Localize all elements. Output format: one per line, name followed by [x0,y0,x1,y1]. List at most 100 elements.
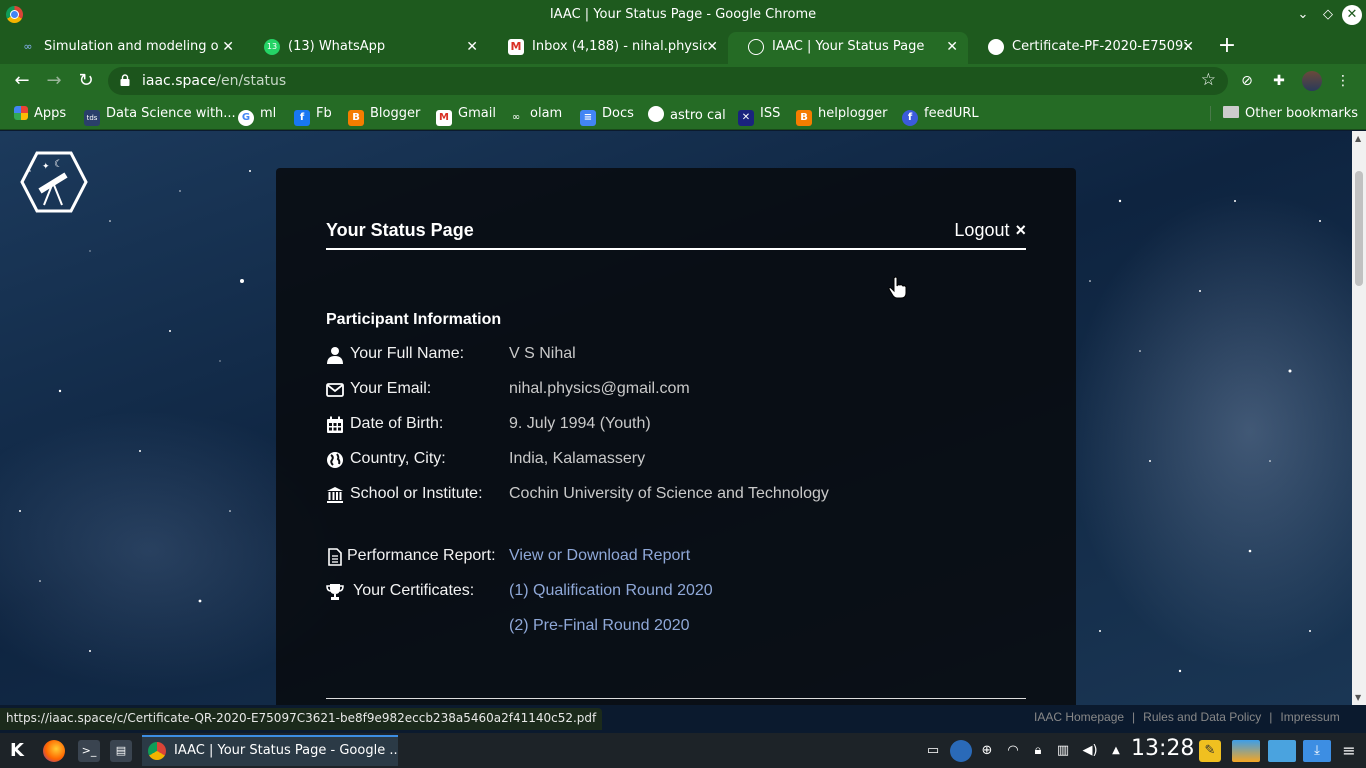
page-footer: IAAC Homepage | Rules and Data Policy | Impr… [1030,710,1344,724]
bookmark-gmail[interactable]: M Gmail [436,106,496,126]
tray-expand-icon[interactable]: ▲ [1105,740,1127,762]
back-arrow-icon[interactable]: ← [10,70,34,92]
extension-icon[interactable]: ⊘ [1238,72,1256,90]
folder-icon[interactable] [1268,740,1296,762]
weather-icon[interactable] [950,740,972,762]
google-icon: G [238,110,254,126]
kde-launcher-icon[interactable]: K [6,740,28,762]
close-tab-icon[interactable]: ✕ [1182,32,1194,62]
tab-title: Certificate-PF-2020-E75097C3 [1012,39,1187,54]
bookmark-astro-cal[interactable]: astro cal [648,106,726,123]
scrollbar-thumb[interactable] [1355,171,1363,286]
other-bookmarks[interactable]: Other bookmarks [1210,106,1358,121]
address-bar[interactable]: iaac.space/en/status ☆ [108,67,1228,95]
battery-monitor-icon[interactable]: ▭ [922,740,944,762]
download-report-link[interactable]: View or Download Report [509,547,690,565]
close-window-icon[interactable]: ✕ [1342,5,1362,25]
footer-link-rules[interactable]: Rules and Data Policy [1143,710,1261,724]
facebook-icon: f [294,110,310,126]
lock-icon[interactable]: 🔒︎ [1027,740,1049,762]
bookmark-helplogger[interactable]: Bhelplogger [796,106,888,126]
bookmark-ml[interactable]: Gml [238,106,276,126]
tab-strip: ∞ Simulation and modeling of n ✕ 13 (13)… [0,30,1366,64]
certificate-link-qualification[interactable]: (1) Qualification Round 2020 [509,582,713,600]
menu-kebab-icon[interactable]: ⋮ [1334,72,1352,90]
bookmark-blogger[interactable]: B Blogger [348,106,420,126]
tab-iaac-status[interactable]: IAAC | Your Status Page ✕ [728,32,968,64]
globe-icon [327,452,343,468]
close-tab-icon[interactable]: ✕ [946,32,958,62]
tab-whatsapp[interactable]: 13 (13) WhatsApp ✕ [244,32,488,64]
scroll-up-icon[interactable]: ▲ [1355,134,1361,143]
bookmark-docs[interactable]: ≡ Docs [580,106,634,126]
tab-title: Inbox (4,188) - nihal.physics@ [532,39,707,54]
firefox-icon[interactable] [43,740,65,762]
tab-title: (13) WhatsApp [288,39,386,54]
hamburger-menu-icon[interactable]: ≡ [1338,740,1360,762]
trophy-icon [326,584,344,600]
close-tab-icon[interactable]: ✕ [706,32,718,62]
profile-avatar[interactable] [1302,71,1322,91]
kmail-icon[interactable] [1232,740,1260,762]
field-label: Performance Report: [347,547,496,564]
notes-icon[interactable]: ✎ [1199,740,1221,762]
terminal-icon[interactable]: >_ [78,740,100,762]
tab-simulation[interactable]: ∞ Simulation and modeling of n ✕ [0,32,244,64]
iss-icon: ✕ [738,110,754,126]
footer-link-impressum[interactable]: Impressum [1280,710,1339,724]
page-scrollbar[interactable]: ▲ ▼ [1352,131,1366,705]
bookmark-feedurl[interactable]: f feedURL [902,106,979,126]
gmail-icon: M [508,39,524,55]
logout-button[interactable]: Logout × [954,220,1026,241]
bookmark-iss[interactable]: ✕ ISS [738,106,780,126]
field-label: Country, City: [350,450,446,467]
page-viewport: ✦ ☾ Your Status Page Logout × Participant… [0,131,1352,705]
clock[interactable]: 13:28 [1131,736,1194,761]
certificate-link-prefinal[interactable]: (2) Pre-Final Round 2020 [509,617,690,635]
field-label: School or Institute: [350,485,483,502]
footer-link-homepage[interactable]: IAAC Homepage [1034,710,1124,724]
clipboard-icon[interactable]: ▥ [1052,740,1074,762]
user-icon [327,347,343,364]
globe-icon [988,39,1004,55]
close-tab-icon[interactable]: ✕ [222,32,234,62]
field-label: Your Full Name: [350,345,465,362]
close-tab-icon[interactable]: ✕ [466,32,478,62]
bookmark-star-icon[interactable]: ☆ [1201,70,1216,90]
taskbar-chrome-window[interactable]: IAAC | Your Status Page - Google ... [142,735,398,766]
new-tab-button[interactable]: + [1215,32,1239,60]
reload-icon[interactable]: ↻ [74,70,98,92]
tab-certificate[interactable]: Certificate-PF-2020-E75097C3 ✕ [968,32,1204,64]
updates-icon[interactable]: ⊕ [976,740,998,762]
wifi-icon[interactable]: ◠ [1002,740,1024,762]
puzzle-extensions-icon[interactable]: ✚ [1270,72,1288,90]
bookmark-data-science[interactable]: tds Data Science with... [84,106,236,126]
bookmark-olam[interactable]: ∞ olam [508,106,562,126]
institution-icon [327,487,343,503]
bookmark-fb[interactable]: f Fb [294,106,332,126]
infinity-icon: ∞ [23,40,33,53]
field-country-city: Country, City: India, Kalamassery [326,449,1026,473]
volume-icon[interactable]: ◀) [1079,740,1101,762]
apps-grid-icon [14,106,28,120]
scroll-down-icon[interactable]: ▼ [1355,693,1361,702]
title-bar: IAAC | Your Status Page - Google Chrome … [0,0,1366,30]
gmail-icon: M [436,110,452,126]
forward-arrow-icon[interactable]: → [42,70,66,92]
minimize-icon[interactable]: ⌄ [1293,5,1313,25]
calendar-icon [327,416,343,433]
field-certificates-2: (2) Pre-Final Round 2020 [326,616,1026,640]
tab-gmail[interactable]: M Inbox (4,188) - nihal.physics@ ✕ [488,32,728,64]
folder-icon [1223,106,1239,118]
field-value: 9. July 1994 (Youth) [509,415,651,432]
bookmark-apps[interactable]: Apps [14,106,66,121]
page-title: Your Status Page [326,220,474,240]
iaac-logo-icon[interactable]: ✦ ☾ [20,151,88,213]
docs-icon: ≡ [580,110,596,126]
field-performance-report: Performance Report: View or Download Rep… [326,546,1026,570]
whatsapp-icon: 13 [264,39,280,55]
downloads-folder-icon[interactable]: ⤓ [1303,740,1331,762]
tds-icon: tds [84,110,100,126]
system-monitor-icon[interactable]: ▤ [110,740,132,762]
maximize-icon[interactable]: ◇ [1318,5,1338,25]
